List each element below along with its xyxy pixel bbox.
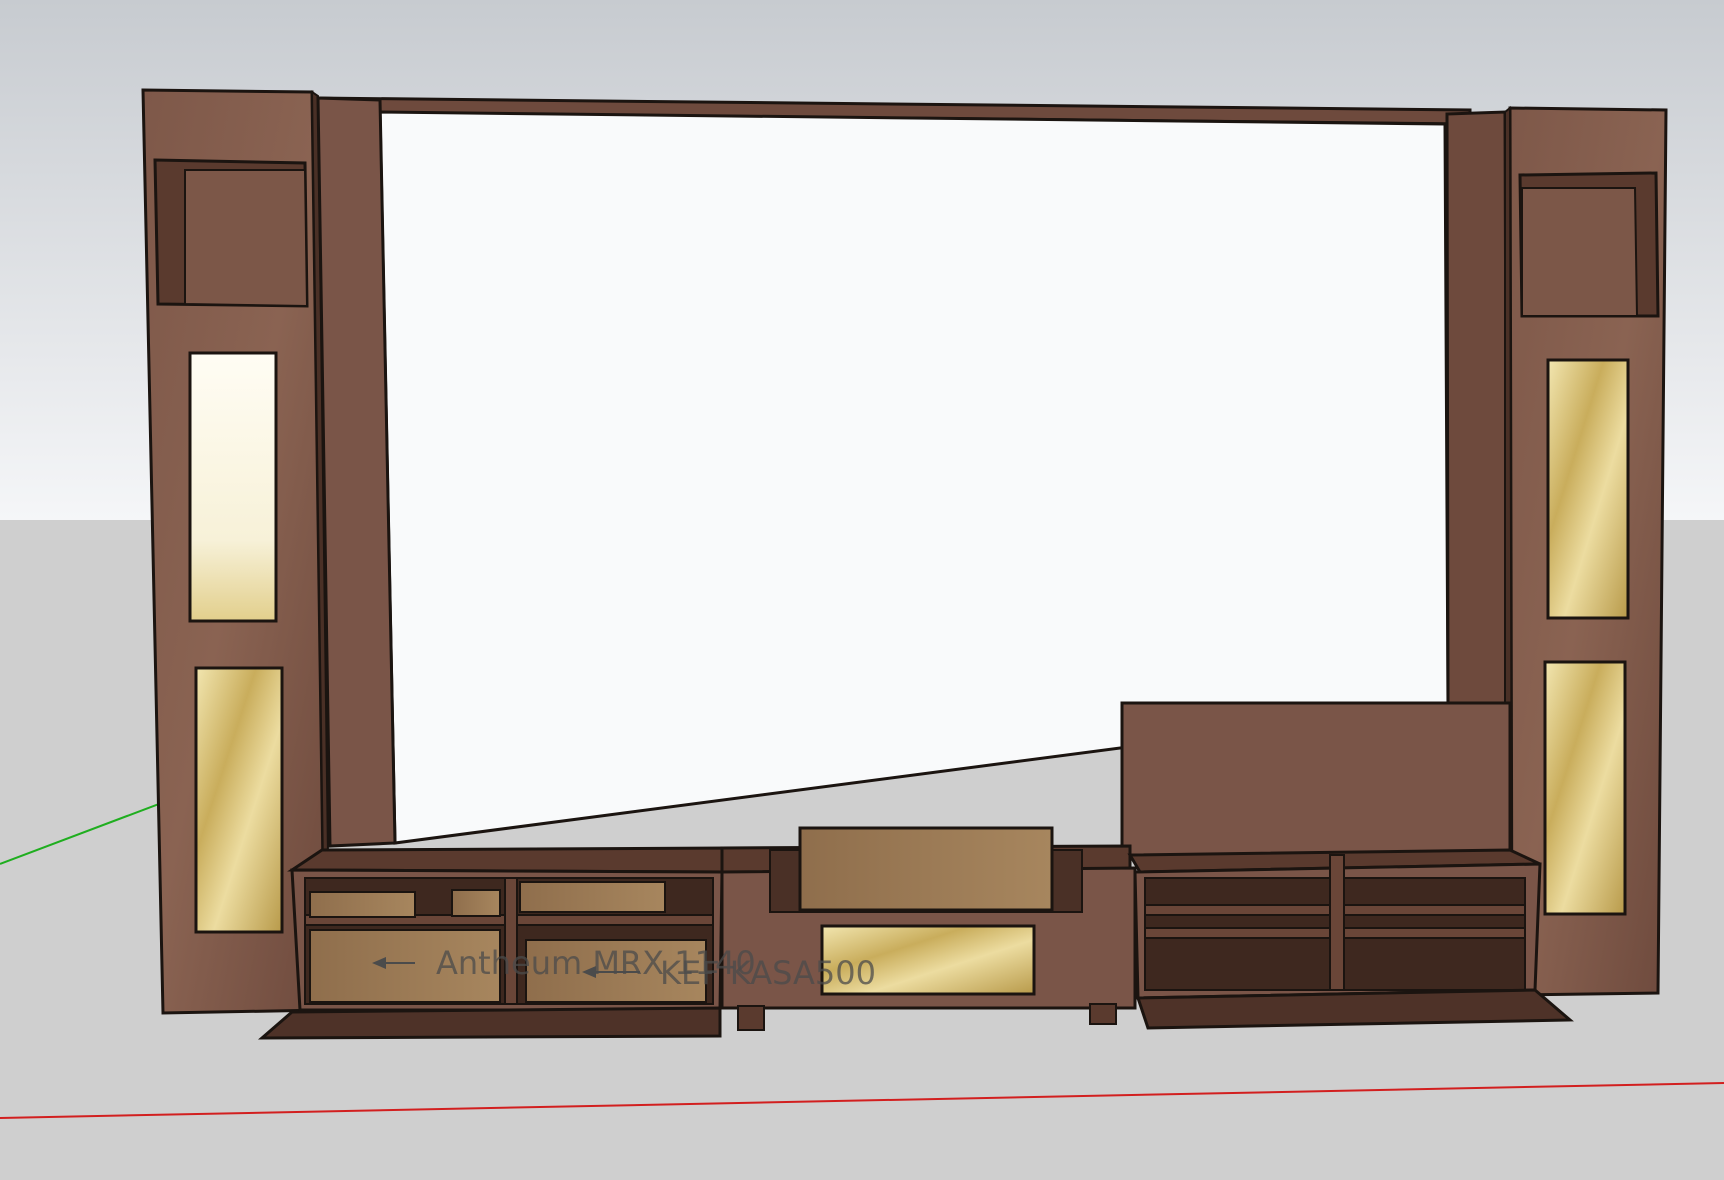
left-niche-inner	[184, 169, 309, 308]
right-back-panel	[1120, 701, 1512, 857]
right-niche-inner	[1521, 187, 1639, 317]
left-upper-shelf-box	[519, 881, 666, 913]
left-upper-panel	[188, 351, 278, 623]
kef-speaker	[798, 826, 1054, 912]
model-scene[interactable]: Antheum MRX 1140 KEF KASA500	[0, 0, 1724, 1180]
right-pillar	[1445, 110, 1509, 707]
sketchup-viewport[interactable]: Antheum MRX 1140 KEF KASA500	[0, 0, 1724, 1180]
kef-label: KEF KASA500	[660, 954, 876, 992]
left-small-box-1	[309, 891, 416, 918]
right-lower-panel	[1543, 660, 1627, 916]
left-cabinet-door	[257, 1006, 722, 1040]
left-cabinet-top	[287, 846, 730, 874]
right-cabinet-door	[1135, 988, 1574, 1030]
right-upper-panel	[1546, 358, 1630, 620]
left-small-box-2	[451, 889, 501, 917]
center-leg-left	[737, 1005, 765, 1031]
left-lower-panel	[194, 666, 284, 934]
left-pillar	[316, 96, 397, 848]
center-leg-right	[1089, 1003, 1117, 1025]
right-cabinet-divider	[1329, 854, 1345, 991]
left-cabinet-divider	[504, 877, 518, 1005]
